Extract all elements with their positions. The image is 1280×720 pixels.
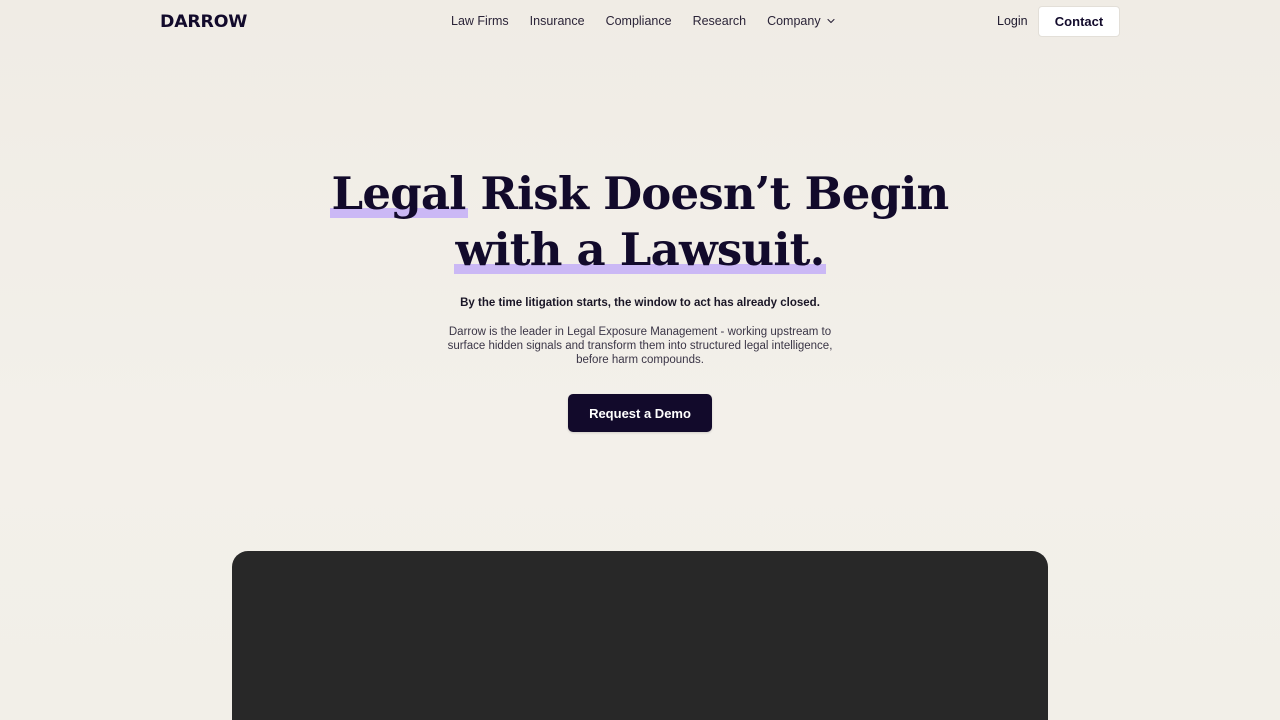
hero-title: Legal Risk Doesn’t Begin with a Lawsuit. [0, 166, 1280, 278]
hero-subheading: By the time litigation starts, the windo… [460, 297, 820, 309]
hero-title-highlight-1: Legal [331, 167, 467, 220]
nav-company-label: Company [767, 14, 821, 28]
nav-compliance[interactable]: Compliance [606, 14, 672, 28]
site-header: DARROW Law Firms Insurance Compliance Re… [0, 0, 1280, 44]
request-demo-button[interactable]: Request a Demo [568, 394, 712, 432]
highlight-with-a-lawsuit: with a Lawsuit. [453, 222, 827, 278]
hero-title-line-2: with a Lawsuit. [0, 222, 1280, 278]
darrow-logo[interactable]: DARROW [160, 12, 247, 32]
nav-law-firms[interactable]: Law Firms [451, 14, 509, 28]
main-nav: Law Firms Insurance Compliance Research … [451, 14, 836, 28]
chevron-down-icon [827, 18, 835, 24]
nav-insurance[interactable]: Insurance [530, 14, 585, 28]
contact-button[interactable]: Contact [1038, 6, 1120, 37]
hero-title-rest-1: Risk Doesn’t Begin [465, 167, 949, 220]
nav-research[interactable]: Research [693, 14, 747, 28]
page: DARROW Law Firms Insurance Compliance Re… [0, 0, 1280, 720]
hero-title-line-1: Legal Risk Doesn’t Begin [0, 166, 1280, 222]
hero-media-panel [232, 551, 1048, 720]
hero-title-highlight-2: with a Lawsuit. [455, 223, 826, 276]
login-link[interactable]: Login [997, 14, 1028, 28]
nav-company-dropdown[interactable]: Company [767, 14, 836, 28]
hero-description: Darrow is the leader in Legal Exposure M… [447, 326, 833, 366]
highlight-legal: Legal [329, 166, 468, 222]
